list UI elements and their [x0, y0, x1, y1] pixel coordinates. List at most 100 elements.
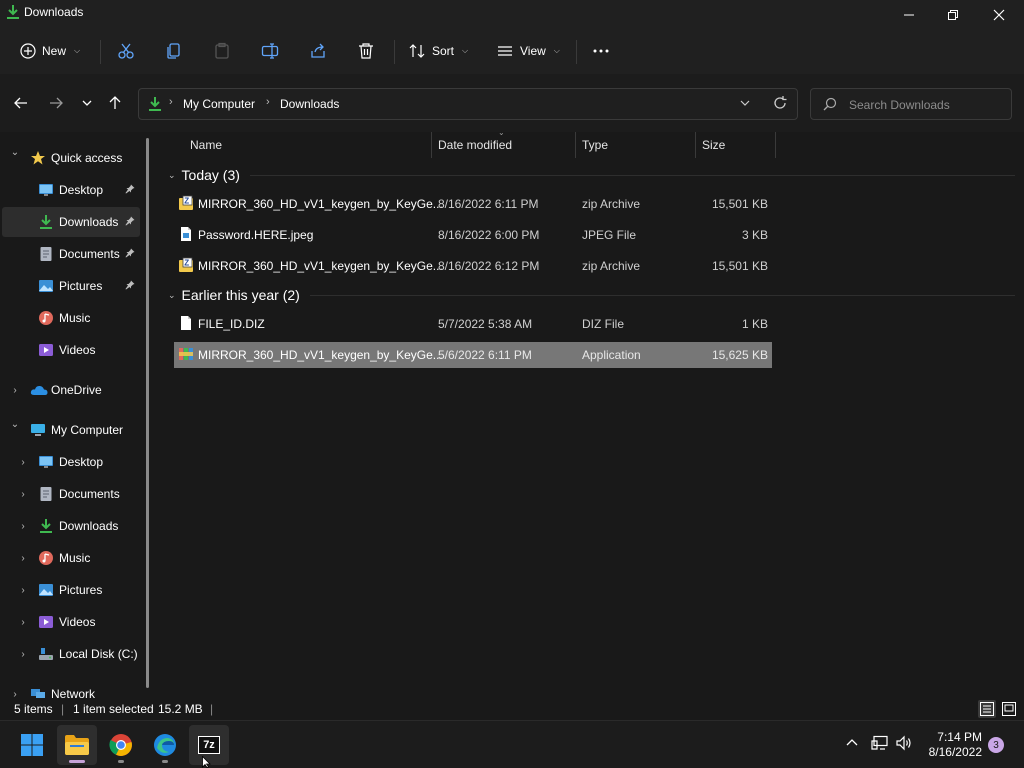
music-icon — [38, 310, 54, 326]
chevron-right-icon[interactable]: › — [17, 649, 29, 660]
chevron-right-icon[interactable]: › — [17, 553, 29, 564]
sidebar-item-my-computer[interactable]: ⌄ My Computer — [0, 415, 142, 445]
rename-button[interactable] — [261, 38, 279, 64]
chevron-down-icon[interactable]: ⌄ — [9, 147, 21, 158]
details-view-button[interactable] — [978, 700, 996, 718]
sidebar-item-music[interactable]: Music — [0, 303, 142, 333]
chevron-right-icon[interactable]: › — [17, 521, 29, 532]
breadcrumb-my-computer[interactable]: My Computer — [183, 97, 255, 111]
sidebar-item-computer-downloads[interactable]: › Downloads — [0, 511, 142, 541]
delete-button[interactable] — [357, 38, 375, 64]
chevron-right-icon[interactable]: › — [17, 489, 29, 500]
new-button[interactable]: New ⌵ — [20, 38, 80, 64]
column-divider[interactable] — [775, 132, 776, 158]
sidebar-item-downloads[interactable]: Downloads — [2, 207, 140, 237]
clock[interactable]: 7:14 PM 8/16/2022 — [920, 730, 982, 760]
sort-button[interactable]: Sort ⌵ — [408, 38, 468, 64]
star-icon — [30, 150, 46, 166]
file-size: 3 KB — [741, 228, 768, 242]
chrome-taskbar-button[interactable] — [101, 725, 141, 765]
more-options-button[interactable] — [592, 38, 610, 64]
file-explorer-taskbar-button[interactable] — [57, 725, 97, 765]
file-row[interactable]: FILE_ID.DIZ 5/7/2022 5:38 AM DIZ File 1 KB — [174, 311, 772, 337]
column-header-date[interactable]: Date modified — [438, 132, 574, 158]
edge-taskbar-button[interactable] — [145, 725, 185, 765]
sidebar-item-quick-access[interactable]: ⌄ Quick access — [0, 143, 142, 173]
sidebar-item-label: Music — [59, 311, 91, 325]
show-hidden-icons-button[interactable] — [845, 735, 859, 752]
column-divider[interactable] — [431, 132, 432, 158]
sidebar-item-computer-local-disk-c-[interactable]: › Local Disk (C:) — [0, 639, 142, 669]
paste-button[interactable] — [213, 38, 231, 64]
chevron-right-icon[interactable]: › — [9, 689, 21, 699]
chevron-down-icon[interactable]: ⌄ — [9, 419, 21, 430]
back-button[interactable] — [11, 93, 31, 113]
file-row[interactable]: Z MIRROR_360_HD_vV1_keygen_by_KeyGe... 8/1… — [174, 253, 772, 279]
volume-tray-button[interactable] — [895, 735, 913, 754]
recent-locations-button[interactable] — [77, 93, 97, 113]
column-divider[interactable] — [695, 132, 696, 158]
zip-icon: Z — [178, 195, 194, 211]
documents-icon — [38, 246, 54, 262]
sidebar-item-documents[interactable]: Documents — [0, 239, 142, 269]
restore-button[interactable] — [930, 0, 976, 30]
file-row[interactable]: Z MIRROR_360_HD_vV1_keygen_by_KeyGe... 8/1… — [174, 191, 772, 217]
sidebar-item-computer-desktop[interactable]: › Desktop — [0, 447, 142, 477]
download-icon — [149, 97, 161, 111]
sidebar-item-computer-music[interactable]: › Music — [0, 543, 142, 573]
svg-text:Z: Z — [184, 197, 189, 206]
file-row[interactable]: MIRROR_360_HD_vV1_keygen_by_KeyGe... 5/6/… — [174, 342, 772, 368]
sidebar-item-computer-pictures[interactable]: › Pictures — [0, 575, 142, 605]
chevron-right-icon[interactable]: › — [17, 617, 29, 628]
divider — [394, 40, 395, 64]
active-indicator — [69, 760, 85, 763]
share-button[interactable] — [309, 38, 327, 64]
refresh-button[interactable] — [772, 95, 788, 114]
sidebar-item-onedrive[interactable]: › OneDrive — [0, 375, 142, 405]
running-indicator — [162, 760, 168, 763]
group-title: Today (3) — [181, 167, 240, 183]
group-header[interactable]: ⌄ Earlier this year (2) — [168, 285, 300, 305]
search-input[interactable] — [849, 96, 999, 114]
tiles-view-button[interactable] — [1000, 700, 1018, 718]
file-date: 8/16/2022 6:00 PM — [438, 228, 540, 242]
chevron-right-icon[interactable]: › — [9, 385, 21, 396]
sidebar-item-label: Network — [51, 687, 96, 698]
sidebar-item-videos[interactable]: Videos — [0, 335, 142, 365]
column-header-name[interactable]: Name — [190, 132, 430, 158]
rename-icon — [261, 43, 279, 59]
arrow-right-icon — [50, 97, 63, 109]
search-box[interactable] — [810, 88, 1012, 120]
cut-button[interactable] — [117, 38, 135, 64]
new-label: New — [42, 44, 67, 58]
start-button[interactable] — [12, 725, 52, 765]
breadcrumb-downloads[interactable]: Downloads — [280, 97, 339, 111]
group-header[interactable]: ⌄ Today (3) — [168, 165, 240, 185]
network-tray-button[interactable] — [871, 735, 889, 754]
minimize-button[interactable] — [886, 0, 932, 30]
notification-badge[interactable]: 3 — [988, 737, 1004, 753]
forward-button[interactable] — [46, 93, 66, 113]
close-button[interactable] — [976, 0, 1022, 30]
sidebar-item-network[interactable]: › Network — [0, 679, 142, 698]
view-button[interactable]: View ⌵ — [496, 38, 560, 64]
copy-button[interactable] — [165, 38, 183, 64]
sidebar-item-desktop[interactable]: Desktop — [0, 175, 142, 205]
sidebar-item-computer-videos[interactable]: › Videos — [0, 607, 142, 637]
chevron-right-icon[interactable]: › — [17, 585, 29, 596]
sidebar-scrollbar[interactable] — [146, 138, 149, 688]
column-divider[interactable] — [575, 132, 576, 158]
column-header-type[interactable]: Type — [582, 132, 694, 158]
file-row[interactable]: Password.HERE.jpeg 8/16/2022 6:00 PM JPEG … — [174, 222, 772, 248]
item-count: 5 items — [14, 702, 53, 716]
desktop-icon — [38, 454, 54, 470]
address-history-button[interactable] — [739, 97, 751, 112]
sidebar-item-computer-documents[interactable]: › Documents — [0, 479, 142, 509]
sidebar-item-pictures[interactable]: Pictures — [0, 271, 142, 301]
up-button[interactable] — [105, 93, 125, 113]
chevron-down-icon: ⌵ — [553, 46, 560, 55]
sidebar-item-label: OneDrive — [51, 383, 102, 397]
address-bar[interactable]: › My Computer › Downloads — [138, 88, 798, 120]
chevron-right-icon[interactable]: › — [17, 457, 29, 468]
column-header-size[interactable]: Size — [702, 132, 774, 158]
